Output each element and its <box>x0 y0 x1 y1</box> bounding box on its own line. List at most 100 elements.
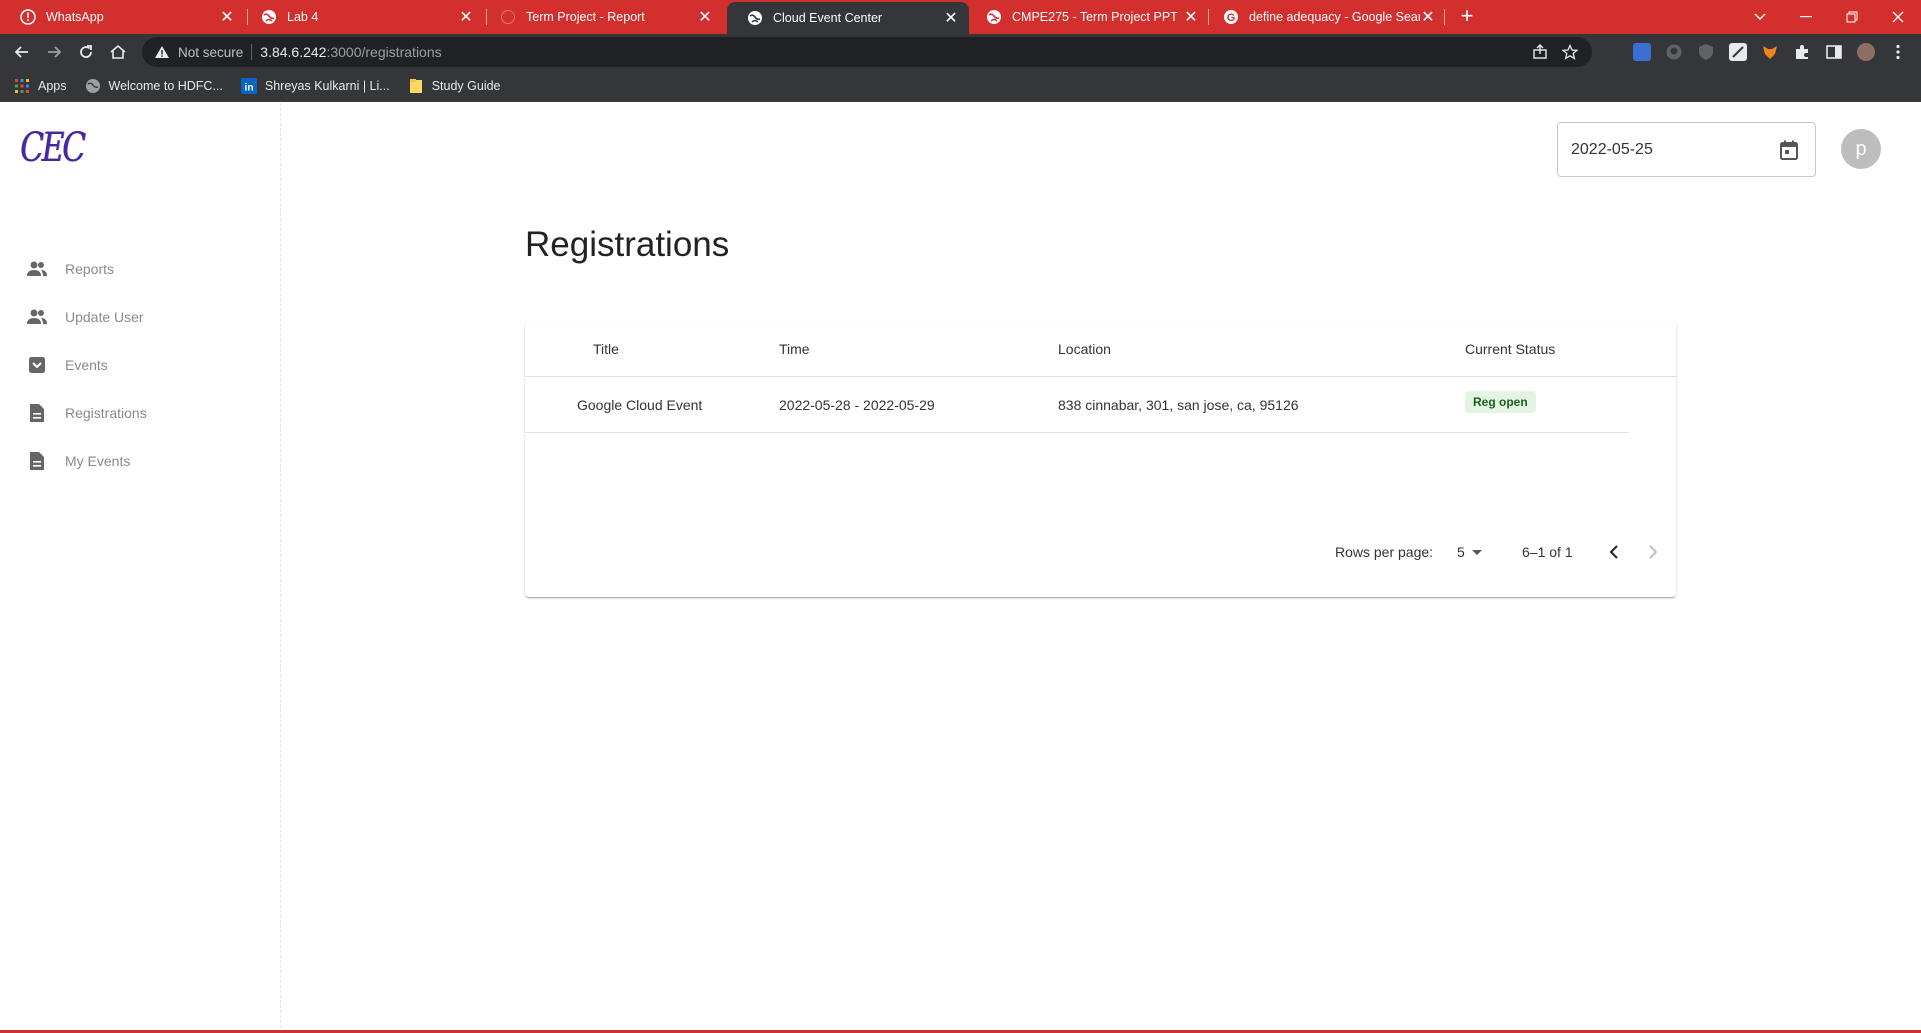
tab-title: Cloud Event Center <box>773 11 883 25</box>
url-path: :3000/registrations <box>326 44 442 60</box>
column-header-title[interactable]: Title <box>593 341 619 357</box>
avatar[interactable]: p <box>1841 129 1881 169</box>
previous-page-button[interactable] <box>1602 540 1626 564</box>
svg-text:G: G <box>1227 12 1236 24</box>
dropdown-caret-icon <box>1471 549 1482 555</box>
extension-github-icon[interactable] <box>1665 43 1683 61</box>
extension-shield-icon[interactable] <box>1697 43 1715 61</box>
extension-fox-icon[interactable] <box>1761 43 1779 61</box>
bookmark-study-guide[interactable]: Study Guide <box>408 78 501 94</box>
column-header-status[interactable]: Current Status <box>1465 341 1555 357</box>
cell-time: 2022-05-28 - 2022-05-29 <box>779 397 935 413</box>
bookmark-label: Study Guide <box>431 78 501 93</box>
close-tab-icon[interactable]: ✕ <box>943 8 959 28</box>
tab-title: CMPE275 - Term Project PPT <box>1012 10 1178 24</box>
rows-per-page-label: Rows per page: <box>1335 544 1434 560</box>
warning-triangle-icon[interactable] <box>154 44 170 60</box>
bookmark-label: Apps <box>38 78 67 93</box>
table-pagination: Rows per page: 5 6–1 of 1 <box>525 537 1676 567</box>
rows-per-page-value: 5 <box>1457 544 1465 560</box>
sidebar-item-label: Registrations <box>65 405 147 421</box>
cec-logo[interactable]: CEC <box>20 125 86 171</box>
whatsapp-alert-icon <box>20 9 36 25</box>
omnibox-divider <box>251 44 253 60</box>
registrations-table-card: Title Time Location Current Status Googl… <box>525 322 1676 597</box>
folder-icon <box>408 78 424 94</box>
document-icon <box>27 451 47 471</box>
bookmarks-bar: Apps Welcome to HDFC... in Shreyas Kulka… <box>0 70 1921 102</box>
address-bar[interactable]: Not secure 3.84.6.242:3000/registrations <box>142 37 1592 67</box>
bookmark-apps[interactable]: Apps <box>14 78 67 94</box>
date-value[interactable]: 2022-05-25 <box>1571 141 1777 159</box>
omnibox-actions <box>1532 43 1579 63</box>
column-header-location[interactable]: Location <box>1058 341 1111 357</box>
extensions-puzzle-icon[interactable] <box>1793 43 1811 61</box>
globe-icon <box>261 9 277 25</box>
sidebar-item-events[interactable]: Events <box>0 341 280 389</box>
new-tab-button[interactable]: + <box>1455 0 1479 34</box>
sidebar-item-my-events[interactable]: My Events <box>0 437 280 485</box>
tab-search-icon[interactable] <box>1738 0 1782 34</box>
tab-term-project-report[interactable]: Term Project - Report ✕ <box>480 0 723 34</box>
page-title: Registrations <box>525 225 730 264</box>
close-tab-icon[interactable]: ✕ <box>458 7 474 27</box>
date-picker-field[interactable]: 2022-05-25 <box>1557 122 1816 177</box>
bookmark-linkedin[interactable]: in Shreyas Kulkarni | Li... <box>240 77 390 94</box>
forward-arrow-icon[interactable] <box>42 40 66 64</box>
table-row[interactable]: Google Cloud Event 2022-05-28 - 2022-05-… <box>525 377 1629 433</box>
restore-icon[interactable] <box>1830 0 1874 34</box>
calendar-icon[interactable] <box>1777 138 1801 162</box>
tab-whatsapp[interactable]: WhatsApp ✕ <box>0 0 245 34</box>
app-viewport: CEC Reports Update User Events Registrat… <box>0 103 1921 1033</box>
tab-google-search[interactable]: G define adequacy - Google Search ✕ <box>1203 0 1446 34</box>
table-header: Title Time Location Current Status <box>525 322 1676 377</box>
linkedin-icon: in <box>240 77 257 94</box>
extension-blue-icon[interactable] <box>1633 43 1651 61</box>
close-window-icon[interactable] <box>1876 0 1920 34</box>
status-badge: Reg open <box>1465 391 1536 413</box>
back-arrow-icon[interactable] <box>10 40 34 64</box>
sidebar-item-reports[interactable]: Reports <box>0 245 280 293</box>
security-label[interactable]: Not secure <box>178 45 243 60</box>
tab-lab-4[interactable]: Lab 4 ✕ <box>241 0 484 34</box>
url-host: 3.84.6.242 <box>260 44 327 60</box>
inbox-icon <box>27 355 47 375</box>
side-panel-icon[interactable] <box>1825 43 1843 61</box>
share-icon[interactable] <box>1532 44 1548 63</box>
rows-per-page-select[interactable]: 5 <box>1457 544 1482 560</box>
chevron-left-icon <box>1609 545 1618 559</box>
tab-separator <box>1444 9 1445 25</box>
next-page-button[interactable] <box>1641 540 1665 564</box>
close-tab-icon[interactable]: ✕ <box>219 7 235 27</box>
tab-cloud-event-center[interactable]: Cloud Event Center ✕ <box>727 2 969 34</box>
sidebar-item-label: My Events <box>65 453 131 469</box>
close-tab-icon[interactable]: ✕ <box>1420 7 1436 27</box>
bookmark-hdfc[interactable]: Welcome to HDFC... <box>85 78 223 94</box>
reload-icon[interactable] <box>74 40 98 64</box>
sidebar-item-label: Update User <box>65 309 144 325</box>
loading-icon <box>500 9 516 25</box>
sidebar-item-label: Events <box>65 357 108 373</box>
kebab-menu-icon[interactable] <box>1889 43 1907 61</box>
tab-title: define adequacy - Google Search <box>1249 10 1420 24</box>
bookmark-star-icon[interactable] <box>1561 43 1579 63</box>
bookmark-label: Welcome to HDFC... <box>108 78 223 93</box>
bookmark-label: Shreyas Kulkarni | Li... <box>264 78 390 93</box>
sidebar: CEC Reports Update User Events Registrat… <box>0 103 281 1033</box>
column-header-time[interactable]: Time <box>779 341 810 357</box>
svg-text:in: in <box>244 82 253 93</box>
chevron-right-icon <box>1649 545 1658 559</box>
minimize-icon[interactable] <box>1784 0 1828 34</box>
home-icon[interactable] <box>106 40 130 64</box>
close-tab-icon[interactable]: ✕ <box>1183 7 1199 27</box>
sidebar-item-label: Reports <box>65 261 115 277</box>
profile-avatar-icon[interactable] <box>1857 43 1875 61</box>
pagination-range: 6–1 of 1 <box>1522 544 1573 560</box>
tab-cmpe275-term-project-ppt[interactable]: CMPE275 - Term Project PPT ✕ <box>966 0 1209 34</box>
sidebar-item-registrations[interactable]: Registrations <box>0 389 280 437</box>
tab-title: WhatsApp <box>46 10 104 24</box>
tab-title: Term Project - Report <box>526 10 645 24</box>
sidebar-item-update-user[interactable]: Update User <box>0 293 280 341</box>
close-tab-icon[interactable]: ✕ <box>697 7 713 27</box>
extension-pen-icon[interactable] <box>1729 43 1747 61</box>
